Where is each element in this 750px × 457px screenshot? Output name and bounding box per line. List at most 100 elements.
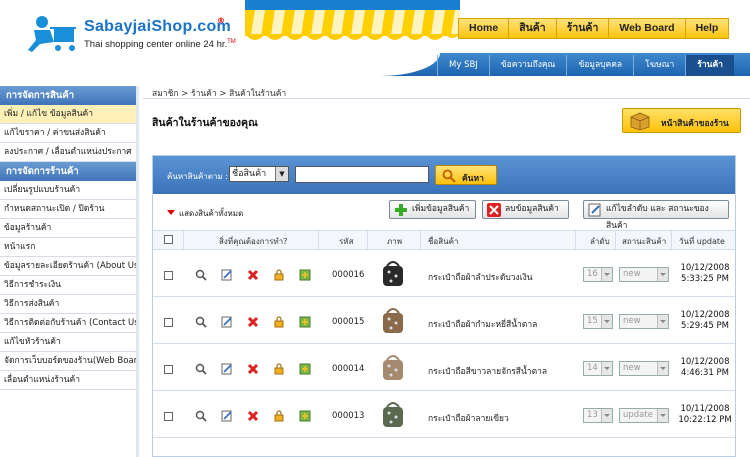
promote-icon[interactable]	[299, 410, 311, 422]
search-label: ค้นหาสินค้าตาม :	[167, 172, 228, 181]
status-select[interactable]: new	[619, 361, 669, 376]
sidebar-product-item-2[interactable]: ลงประกาศ / เลื่อนตำแหน่งประกาศ	[0, 143, 136, 162]
sub-tabs: My SBJ ข้อความถึงคุณ ข้อมูลบุคคล โฆษณา ร้านค…	[437, 55, 734, 76]
awning-decoration	[245, 0, 460, 40]
shopper-cart-icon	[28, 16, 76, 52]
delete-product-button[interactable]: ลบข้อมูลสินค้า	[482, 200, 569, 219]
col-order: ลำดับ	[590, 237, 610, 246]
top-nav-item-0[interactable]: Home	[459, 19, 510, 38]
col-actions: สิ่งที่คุณต้องการทำ?	[219, 237, 288, 246]
sidebar-product-list: เพิ่ม / แก้ไข ข้อมูลสินค้า แก้ไขราคา / ค่…	[0, 105, 136, 162]
delete-icon[interactable]	[247, 269, 259, 281]
row-checkbox[interactable]	[164, 271, 173, 280]
sidebar-shop-item-10[interactable]: เลื่อนตำแหน่งร้านค้า	[0, 371, 136, 390]
product-thumbnail[interactable]	[381, 258, 405, 288]
status-select[interactable]: update	[619, 408, 669, 423]
edit-icon[interactable]	[221, 410, 233, 422]
sidebar-shop-item-9[interactable]: จัดการเว็บบอร์ดของร้าน(Web Board)	[0, 352, 136, 371]
top-nav-item-1[interactable]: สินค้า	[509, 19, 557, 38]
product-code: 000016	[332, 270, 365, 280]
top-nav-item-2[interactable]: ร้านค้า	[556, 19, 610, 38]
order-select[interactable]: 13	[583, 408, 613, 423]
search-button[interactable]: ค้นหา	[435, 165, 497, 185]
row-checkbox[interactable]	[164, 412, 173, 421]
sidebar-shop-item-7[interactable]: วิธีการติดต่อกับร้านค้า (Contact Us)	[0, 314, 136, 333]
add-product-button[interactable]: เพิ่มข้อมูลสินค้า	[389, 200, 476, 219]
status-select[interactable]: new	[619, 314, 669, 329]
brand-name: SabayjaiShop.com	[84, 18, 232, 35]
logo[interactable]: SabayjaiShop.com ® Thai shopping center …	[22, 8, 262, 54]
delete-icon[interactable]	[247, 363, 259, 375]
promote-icon[interactable]	[299, 316, 311, 328]
chevron-down-icon	[601, 409, 612, 422]
sidebar-shop-item-0[interactable]: เปลี่ยนรูปแบบร้านค้า	[0, 181, 136, 200]
chevron-down-icon	[601, 315, 612, 328]
status-select[interactable]: new	[619, 267, 669, 282]
view-icon[interactable]	[195, 363, 207, 375]
sub-tab-1[interactable]: ข้อความถึงคุณ	[488, 55, 567, 76]
lock-icon[interactable]	[273, 363, 285, 375]
order-select[interactable]: 16	[583, 267, 613, 282]
product-thumbnail[interactable]	[381, 305, 405, 335]
select-all-checkbox[interactable]	[164, 235, 173, 244]
sidebar-shop-item-1[interactable]: กำหนดสถานะเปิด / ปิดร้าน	[0, 200, 136, 219]
reorder-status-button[interactable]: แก้ไขลำดับ และ สถานะของสินค้า	[583, 200, 729, 231]
edit-icon[interactable]	[221, 316, 233, 328]
sidebar-shop-item-3[interactable]: หน้าแรก	[0, 238, 136, 257]
delete-icon	[487, 203, 501, 217]
sidebar-shop-item-2[interactable]: ข้อมูลร้านค้า	[0, 219, 136, 238]
order-select[interactable]: 15	[583, 314, 613, 329]
lock-icon[interactable]	[273, 316, 285, 328]
col-image: ภาพ	[387, 237, 403, 246]
product-name[interactable]: กระเป๋าถือผ้ากำมะหยี่สีน้ำตาล	[428, 317, 537, 331]
sidebar-product-item-0[interactable]: เพิ่ม / แก้ไข ข้อมูลสินค้า	[0, 105, 136, 124]
product-name[interactable]: กระเป๋าถือผ้าลายเขียว	[428, 411, 509, 425]
row-checkbox[interactable]	[164, 318, 173, 327]
top-nav-item-3[interactable]: Web Board	[609, 19, 686, 38]
product-name[interactable]: กระเป๋าถือผ้าลำประดับวงเงิน	[428, 270, 533, 284]
search-input[interactable]	[295, 166, 429, 183]
sub-tab-3[interactable]: โฆษณา	[633, 55, 685, 76]
view-icon[interactable]	[195, 316, 207, 328]
updated-datetime: 10/12/2008 5:29:45 PM	[680, 310, 730, 331]
sub-tab-0[interactable]: My SBJ	[437, 55, 489, 76]
chevron-down-icon: ▼	[275, 167, 288, 181]
show-all-link[interactable]: แสดงสินค้าทั้งหมด	[167, 207, 243, 220]
top-nav-item-4[interactable]: Help	[685, 19, 729, 38]
product-code: 000015	[332, 317, 365, 327]
edit-icon[interactable]	[221, 363, 233, 375]
delete-icon[interactable]	[247, 316, 259, 328]
sidebar-shop-item-8[interactable]: แก้ไขหัวร้านค้า	[0, 333, 136, 352]
product-thumbnail[interactable]	[381, 399, 405, 429]
search-field-select[interactable]: ชื่อสินค้า ▼	[229, 166, 289, 182]
view-icon[interactable]	[195, 410, 207, 422]
top-nav: Home สินค้า ร้านค้า Web Board Help	[458, 18, 730, 39]
sidebar-shop-item-5[interactable]: วิธีการชำระเงิน	[0, 276, 136, 295]
row-checkbox[interactable]	[164, 365, 173, 374]
sub-tab-4[interactable]: ร้านค้า	[685, 55, 734, 76]
registered-mark: ®	[217, 16, 225, 25]
view-icon[interactable]	[195, 269, 207, 281]
table-row: 000016 กระเป๋าถือผ้าลำประดับวงเงิน 16 new 1…	[153, 250, 735, 297]
sidebar-shop-item-4[interactable]: ข้อมูลรายละเอียดร้านค้า (About Us)	[0, 257, 136, 276]
store-products-button[interactable]: หน้าสินค้าของร้าน	[622, 108, 741, 133]
product-name[interactable]: กระเป๋าถือสีขาวลายจักรสีน้ำตาล	[428, 364, 547, 378]
product-thumbnail[interactable]	[381, 352, 405, 382]
sidebar-shop-list: เปลี่ยนรูปแบบร้านค้า กำหนดสถานะเปิด / ปิด…	[0, 181, 136, 390]
col-updated: วันที่ update	[679, 237, 725, 246]
sidebar-product-item-1[interactable]: แก้ไขราคา / ค่าขนส่งสินค้า	[0, 124, 136, 143]
lock-icon[interactable]	[273, 269, 285, 281]
promote-icon[interactable]	[299, 363, 311, 375]
page-title: สินค้าในร้านค้าของคุณ	[152, 117, 258, 129]
lock-icon[interactable]	[273, 410, 285, 422]
edit-icon[interactable]	[221, 269, 233, 281]
sidebar-product-heading: การจัดการสินค้า	[0, 86, 136, 105]
order-select[interactable]: 14	[583, 361, 613, 376]
sidebar-shop-item-6[interactable]: วิธีการส่งสินค้า	[0, 295, 136, 314]
sub-tab-2[interactable]: ข้อมูลบุคคล	[566, 55, 633, 76]
col-status: สถานะสินค้า	[622, 237, 667, 246]
promote-icon[interactable]	[299, 269, 311, 281]
col-code: รหัส	[339, 237, 354, 246]
delete-icon[interactable]	[247, 410, 259, 422]
sidebar: การจัดการสินค้า เพิ่ม / แก้ไข ข้อมูลสินค…	[0, 86, 136, 457]
